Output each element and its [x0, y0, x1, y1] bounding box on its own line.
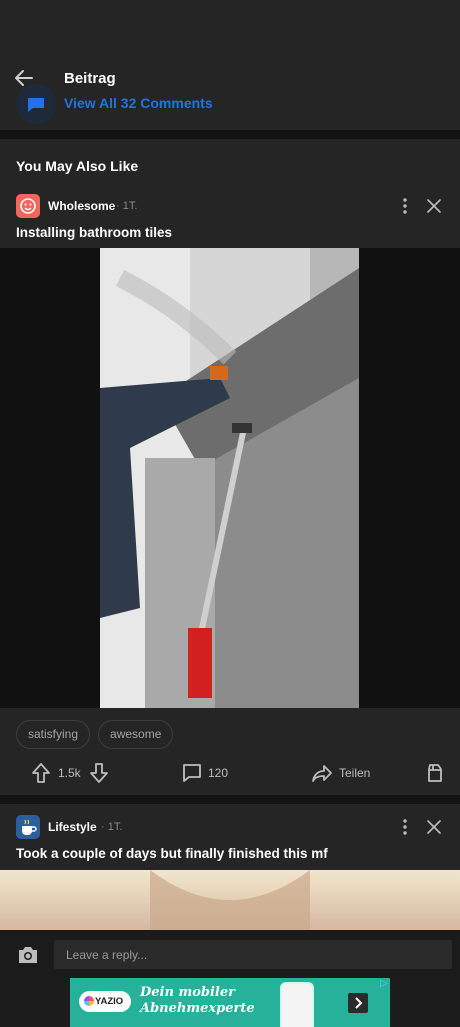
- save-icon[interactable]: [424, 762, 446, 787]
- post-time: · 1T.: [116, 200, 138, 212]
- ad-logo-mark: [84, 996, 94, 1006]
- ad-banner[interactable]: YAZIO Dein mobiler Abnehmexperte ▷: [70, 978, 390, 1027]
- post-actions: 1.5k 120 Teilen: [0, 758, 460, 788]
- comment-icon[interactable]: [181, 762, 203, 787]
- reply-bar: [0, 930, 460, 980]
- upvote-icon[interactable]: [30, 762, 52, 787]
- post-video[interactable]: [100, 248, 359, 708]
- tag-list: satisfying awesome: [16, 720, 174, 749]
- page-title: Beitrag: [64, 70, 116, 87]
- ad-phone-image: [280, 982, 314, 1027]
- post-time: · 1T.: [101, 821, 123, 833]
- section-title: You May Also Like: [16, 158, 139, 174]
- section-divider: [0, 130, 460, 139]
- comment-bubble-icon: [16, 84, 56, 124]
- camera-icon[interactable]: [17, 945, 39, 970]
- comment-count[interactable]: 120: [208, 766, 228, 780]
- category-name[interactable]: Lifestyle: [48, 820, 97, 834]
- post-image[interactable]: [0, 870, 460, 930]
- post-card: Lifestyle · 1T. Took a couple of days bu…: [0, 804, 460, 930]
- view-all-comments-link[interactable]: View All 32 Comments: [64, 95, 213, 109]
- more-options-icon[interactable]: [398, 196, 412, 216]
- upvote-count: 1.5k: [58, 766, 81, 780]
- category-avatar[interactable]: [16, 194, 40, 218]
- reply-input[interactable]: [54, 940, 452, 969]
- ad-choices-icon[interactable]: ▷: [380, 978, 388, 989]
- ad-headline: Dein mobiler Abnehmexperte: [140, 985, 255, 1016]
- post-header: Wholesome · 1T.: [0, 194, 460, 224]
- ad-logo: YAZIO: [79, 991, 131, 1012]
- post-title[interactable]: Installing bathroom tiles: [16, 225, 172, 240]
- share-label[interactable]: Teilen: [339, 766, 370, 780]
- post-title[interactable]: Took a couple of days but finally finish…: [16, 846, 328, 861]
- category-avatar[interactable]: [16, 815, 40, 839]
- tag-chip[interactable]: satisfying: [16, 720, 91, 749]
- downvote-icon[interactable]: [88, 762, 110, 787]
- top-bar: Beitrag View All 32 Comments: [0, 0, 460, 130]
- share-icon[interactable]: [311, 762, 333, 787]
- category-name[interactable]: Wholesome: [48, 199, 115, 213]
- more-options-icon[interactable]: [398, 817, 412, 837]
- tag-chip[interactable]: awesome: [98, 720, 174, 749]
- post-media[interactable]: [0, 248, 460, 708]
- section-divider: [0, 795, 460, 804]
- close-icon[interactable]: [426, 198, 442, 214]
- close-icon[interactable]: [426, 819, 442, 835]
- post-header: Lifestyle · 1T.: [0, 815, 460, 845]
- chevron-right-icon[interactable]: [348, 993, 368, 1013]
